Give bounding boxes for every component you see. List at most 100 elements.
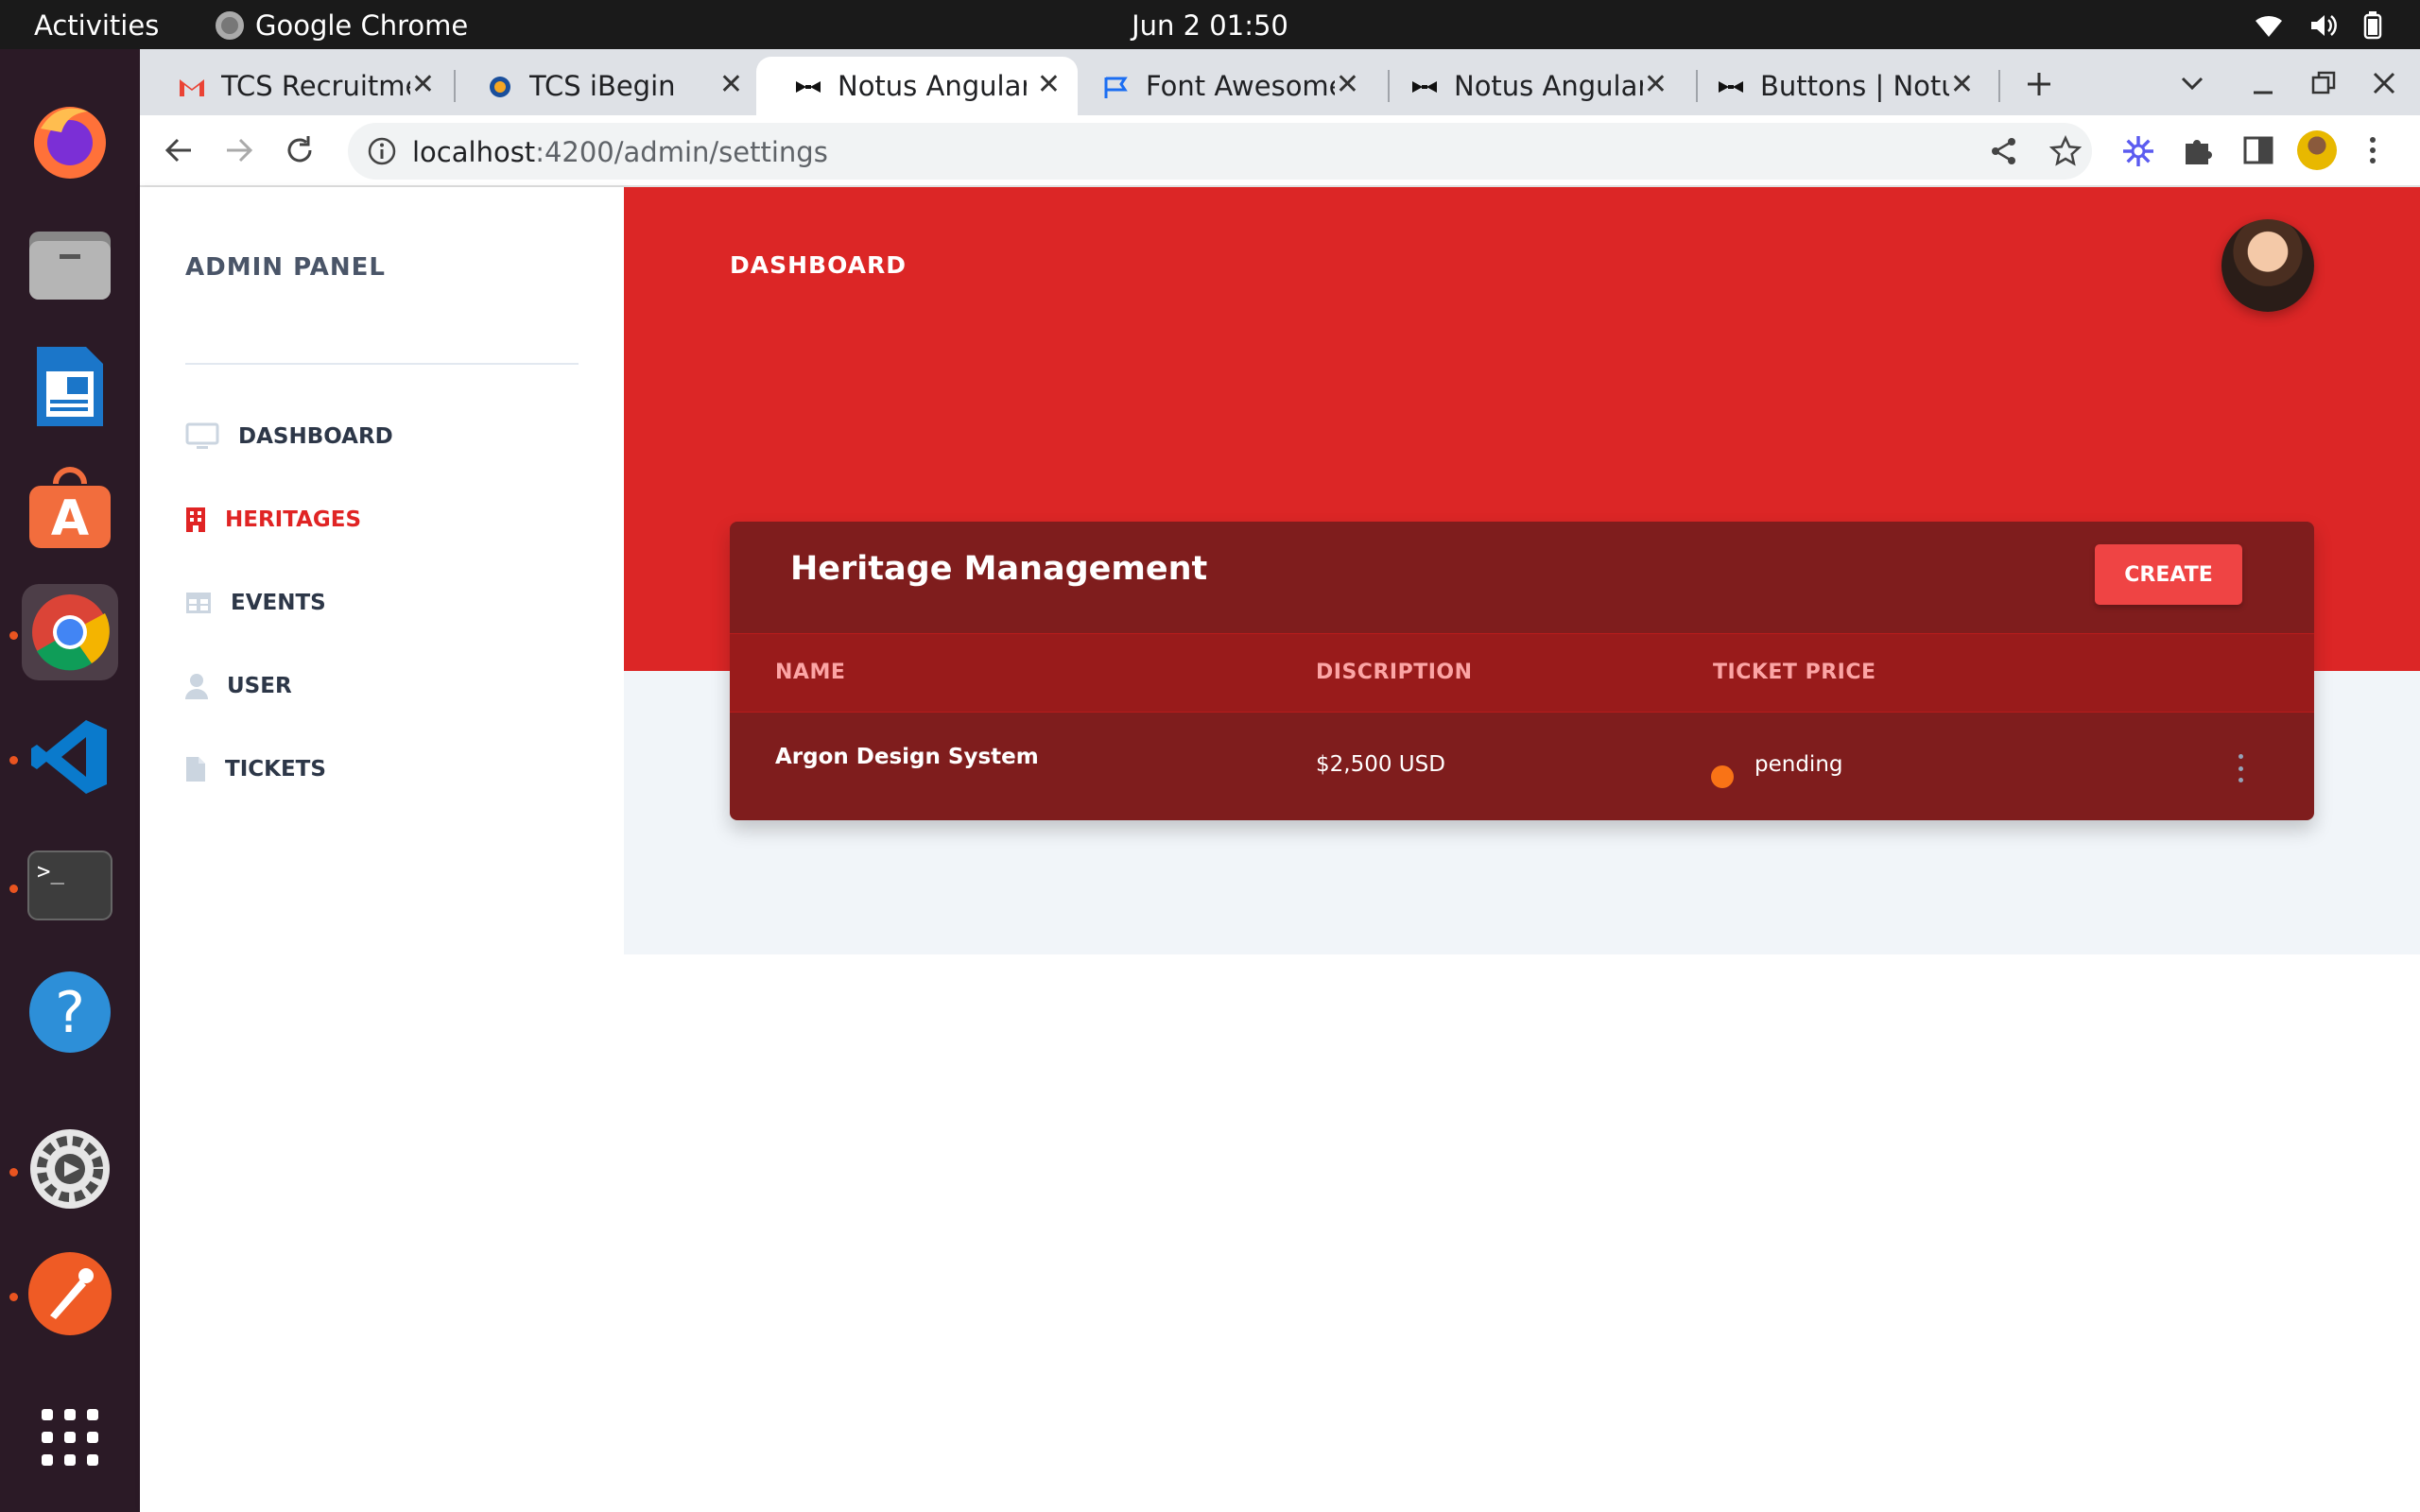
user-avatar[interactable]: [2221, 219, 2314, 312]
heritage-management-card: Heritage Management CREATE NAME DISCRIPT…: [730, 522, 2314, 820]
tab-notus-angular[interactable]: Notus Angular ✕: [1373, 57, 1685, 115]
dock-firefox[interactable]: [22, 93, 118, 189]
notus-icon: [1412, 81, 1437, 93]
extension-asterisk-icon[interactable]: [2121, 134, 2155, 168]
address-bar[interactable]: localhost:4200/admin/settings: [348, 123, 2092, 180]
folder-icon: [29, 232, 111, 300]
document-writer-icon: [37, 347, 103, 426]
back-arrow-icon[interactable]: [163, 134, 195, 166]
url-path: :4200/admin/settings: [535, 136, 828, 168]
sidebar-item-user[interactable]: USER: [185, 667, 292, 705]
minimize-icon[interactable]: [2250, 74, 2276, 96]
tab-title: Notus Angular: [838, 70, 1027, 102]
dock-help[interactable]: ?: [22, 964, 118, 1060]
sidebar-item-tickets[interactable]: TICKETS: [185, 750, 326, 788]
close-window-icon[interactable]: [2371, 70, 2397, 96]
status-dot-icon: [1711, 765, 1734, 788]
tab-title: Font Awesome: [1146, 70, 1335, 102]
site-info-icon[interactable]: [367, 136, 397, 166]
dock-postman[interactable]: [22, 1246, 118, 1342]
url-text[interactable]: localhost:4200/admin/settings: [412, 136, 828, 168]
file-icon: [186, 757, 205, 782]
user-icon: [185, 674, 208, 699]
tab-notus-angular-active[interactable]: Notus Angular ✕: [756, 57, 1078, 115]
tab-title: Buttons | Notu: [1760, 70, 1949, 102]
svg-text:?: ?: [55, 980, 85, 1046]
new-tab-icon[interactable]: [2025, 70, 2053, 98]
sidebar-item-label: EVENTS: [231, 591, 326, 615]
grid-icon: [42, 1409, 98, 1466]
tab-tcs-ibegin[interactable]: TCS iBegin ✕: [448, 57, 760, 115]
row-actions-kebab-icon[interactable]: [2233, 754, 2248, 782]
dock-terminal[interactable]: >_: [22, 837, 118, 934]
reload-icon[interactable]: [284, 134, 316, 166]
dock-app-center[interactable]: A: [22, 461, 118, 558]
table-header: NAME DISCRIPTION TICKET PRICE: [730, 633, 2314, 713]
sidebar-item-events[interactable]: EVENTS: [185, 584, 326, 622]
sidebar-item-label: DASHBOARD: [238, 424, 393, 449]
close-tab-icon[interactable]: ✕: [719, 68, 743, 101]
column-header-description: DISCRIPTION: [1316, 661, 1473, 684]
notus-icon: [796, 81, 821, 93]
dock-writer[interactable]: [22, 338, 118, 435]
tab-title: TCS Recruitme: [221, 70, 410, 102]
side-panel-icon[interactable]: [2242, 134, 2274, 166]
extensions-puzzle-icon[interactable]: [2182, 134, 2214, 166]
gmail-icon: [180, 79, 204, 96]
browser-toolbar: localhost:4200/admin/settings: [140, 115, 2420, 187]
close-tab-icon[interactable]: ✕: [411, 68, 435, 101]
flag-icon: [1104, 77, 1128, 98]
close-tab-icon[interactable]: ✕: [1644, 68, 1668, 101]
close-tab-icon[interactable]: ✕: [1037, 68, 1061, 101]
dock-files[interactable]: [22, 215, 118, 312]
column-header-name: NAME: [775, 661, 846, 684]
sidebar-item-label: USER: [227, 674, 292, 698]
profile-avatar[interactable]: [2297, 130, 2337, 170]
dock-chrome[interactable]: [22, 584, 118, 680]
close-tab-icon[interactable]: ✕: [1336, 68, 1359, 101]
create-button[interactable]: CREATE: [2095, 544, 2242, 605]
table-icon: [186, 593, 211, 613]
clock[interactable]: Jun 2 01:50: [1132, 9, 1288, 42]
sidebar-item-dashboard[interactable]: DASHBOARD: [185, 418, 393, 455]
share-icon[interactable]: [1989, 136, 2019, 166]
restore-icon[interactable]: [2310, 70, 2337, 96]
vscode-icon: [31, 720, 107, 794]
sidebar-divider: [185, 363, 579, 365]
tab-title: Notus Angular: [1454, 70, 1643, 102]
tab-search-chevron-icon[interactable]: [2180, 74, 2204, 93]
main-content: DASHBOARD Heritage Management CREATE NAM…: [624, 187, 2420, 1512]
tab-buttons-notus[interactable]: Buttons | Notu ✕: [1679, 57, 1991, 115]
dock-settings[interactable]: [22, 1121, 118, 1217]
tab-font-awesome[interactable]: Font Awesome ✕: [1064, 57, 1376, 115]
app-menu[interactable]: Google Chrome: [216, 9, 468, 42]
brand-title[interactable]: ADMIN PANEL: [185, 253, 386, 282]
sidebar-item-heritages[interactable]: HERITAGES: [185, 501, 361, 539]
help-icon: ?: [29, 971, 111, 1053]
activities-button[interactable]: Activities: [34, 9, 159, 42]
menu-kebab-icon[interactable]: [2365, 134, 2380, 166]
heritage-name: Argon Design System: [775, 745, 1039, 769]
sidebar-item-label: TICKETS: [225, 757, 326, 782]
dock-vscode[interactable]: [22, 709, 118, 805]
building-icon: [186, 507, 205, 532]
dock-app-grid[interactable]: [22, 1389, 118, 1486]
forward-arrow-icon[interactable]: [223, 134, 255, 166]
page-title[interactable]: DASHBOARD: [730, 251, 907, 279]
card-title: Heritage Management: [790, 550, 1208, 588]
url-host: localhost: [412, 136, 536, 168]
svg-text:A: A: [51, 490, 89, 547]
terminal-icon: >_: [27, 850, 112, 920]
system-tray[interactable]: [2254, 11, 2382, 40]
heritage-description: $2,500 USD: [1316, 752, 1445, 777]
tv-icon: [185, 422, 219, 449]
app-store-icon: A: [29, 467, 111, 548]
tab-gmail[interactable]: TCS Recruitme ✕: [140, 57, 452, 115]
close-tab-icon[interactable]: ✕: [1950, 68, 1974, 101]
bookmark-star-icon[interactable]: [2049, 135, 2082, 167]
tab-title: TCS iBegin: [529, 70, 676, 102]
battery-icon: [2363, 11, 2382, 40]
status-text: pending: [1754, 752, 1843, 777]
volume-icon: [2311, 15, 2337, 36]
tcs-icon: [490, 77, 510, 97]
